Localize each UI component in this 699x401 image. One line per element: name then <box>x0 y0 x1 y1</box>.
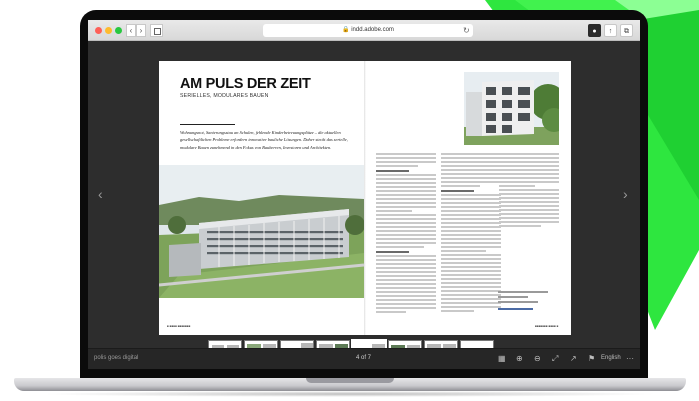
more-options-icon[interactable]: ··· <box>626 354 634 364</box>
grid-view-icon[interactable]: ▦ <box>498 354 506 364</box>
laptop-screen: ‹ › 🔒 indd.adobe.com ↻ ● ↑ ⧉ ‹ › AM PULS… <box>88 20 640 369</box>
shield-icon[interactable]: ● <box>588 24 601 37</box>
building-photo-small <box>464 72 559 145</box>
language-selector[interactable]: English <box>601 355 621 361</box>
article-title: AM PULS DER ZEIT <box>180 76 311 92</box>
page-footer-right: ■■■■■■■ ■■■■ ■ <box>535 324 559 328</box>
page-footer-left: ■ ■■■■ ■■■■■■■ <box>167 324 191 328</box>
publication-name: polis goes digital <box>94 355 139 361</box>
contact-info-block <box>498 291 548 310</box>
article-subtitle: SERIELLES, MODULARES BAUEN <box>180 93 269 99</box>
next-page-arrow[interactable]: › <box>623 186 628 202</box>
fullscreen-icon[interactable]: ⤢ <box>552 354 558 364</box>
minimize-window-button[interactable] <box>105 27 112 34</box>
zoom-out-icon[interactable]: ⊖ <box>534 354 541 364</box>
zoom-in-icon[interactable]: ⊕ <box>516 354 523 364</box>
text-column-1 <box>376 153 436 315</box>
browser-toolbar: ‹ › 🔒 indd.adobe.com ↻ ● ↑ ⧉ <box>88 20 640 41</box>
zoom-window-button[interactable] <box>115 27 122 34</box>
close-window-button[interactable] <box>95 27 102 34</box>
flag-icon[interactable]: ⚑ <box>588 354 595 364</box>
page-indicator: 4 of 7 <box>356 355 372 361</box>
address-bar[interactable]: 🔒 indd.adobe.com <box>263 24 473 37</box>
reload-icon[interactable]: ↻ <box>463 24 470 37</box>
forward-button[interactable]: › <box>136 24 146 37</box>
building-photo-large <box>159 165 364 298</box>
previous-page-arrow[interactable]: ‹ <box>98 186 103 202</box>
document-viewer: ‹ › AM PULS DER ZEIT SERIELLES, MODULARE… <box>88 41 640 369</box>
text-column-3 <box>499 153 559 229</box>
website-link[interactable] <box>498 308 533 310</box>
share-icon[interactable]: ↗ <box>570 354 577 364</box>
text-column-2 <box>441 153 501 314</box>
magazine-spread: AM PULS DER ZEIT SERIELLES, MODULARES BA… <box>159 61 571 335</box>
laptop-notch <box>306 378 394 383</box>
viewer-toolbar: polis goes digital 4 of 7 ▦ ⊕ ⊖ ⤢ ↗ ⚑ En… <box>88 348 640 369</box>
back-button[interactable]: ‹ <box>126 24 136 37</box>
share-icon[interactable]: ↑ <box>604 24 617 37</box>
article-intro: Wohnungsnot, Sanierungsstau an Schulen, … <box>180 130 348 150</box>
sidebar-toggle-button[interactable] <box>150 24 163 37</box>
laptop-shadow <box>40 391 660 397</box>
tabs-overview-icon[interactable]: ⧉ <box>620 24 633 37</box>
intro-divider <box>180 124 235 125</box>
